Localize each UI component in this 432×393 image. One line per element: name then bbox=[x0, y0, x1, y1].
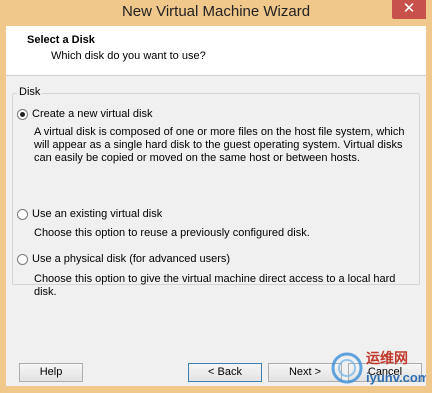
wizard-body: Select a Disk Which disk do you want to … bbox=[6, 26, 426, 386]
close-button[interactable]: ✕ bbox=[392, 0, 426, 19]
back-button[interactable]: < Back bbox=[188, 363, 262, 382]
option-existing-disk-label: Use an existing virtual disk bbox=[32, 208, 163, 220]
option-create-new-disk[interactable]: Create a new virtual disk bbox=[17, 108, 152, 120]
title-bar: New Virtual Machine Wizard ✕ bbox=[0, 0, 432, 26]
option-create-new-disk-description: A virtual disk is composed of one or mor… bbox=[34, 126, 405, 164]
close-icon: ✕ bbox=[402, 0, 416, 17]
wizard-header: Select a Disk Which disk do you want to … bbox=[6, 26, 426, 76]
watermark-swirl-icon: 运维网 iyunv.com bbox=[331, 350, 429, 385]
watermark-text-cn: 运维网 bbox=[366, 350, 408, 366]
radio-physical-disk[interactable] bbox=[17, 253, 28, 265]
disk-groupbox: Disk Create a new virtual disk A virtual… bbox=[12, 86, 420, 298]
radio-create-new-disk[interactable] bbox=[17, 108, 28, 120]
option-physical-disk-label: Use a physical disk (for advanced users) bbox=[32, 253, 231, 265]
watermark-text-url: iyunv.com bbox=[366, 370, 426, 385]
radio-existing-disk[interactable] bbox=[17, 208, 28, 220]
watermark-logo: 运维网 iyunv.com bbox=[326, 346, 429, 390]
option-create-new-disk-label: Create a new virtual disk bbox=[32, 108, 153, 120]
option-physical-disk-description: Choose this option to give the virtual m… bbox=[34, 273, 396, 298]
page-subtitle: Which disk do you want to use? bbox=[51, 50, 206, 62]
page-title: Select a Disk bbox=[27, 34, 95, 46]
option-existing-disk-description: Choose this option to reuse a previously… bbox=[34, 227, 310, 239]
option-existing-disk[interactable]: Use an existing virtual disk bbox=[17, 208, 162, 220]
window-title: New Virtual Machine Wizard bbox=[121, 3, 311, 20]
help-button[interactable]: Help bbox=[19, 363, 83, 382]
option-physical-disk[interactable]: Use a physical disk (for advanced users) bbox=[17, 253, 230, 265]
disk-group-label: Disk bbox=[17, 86, 43, 98]
